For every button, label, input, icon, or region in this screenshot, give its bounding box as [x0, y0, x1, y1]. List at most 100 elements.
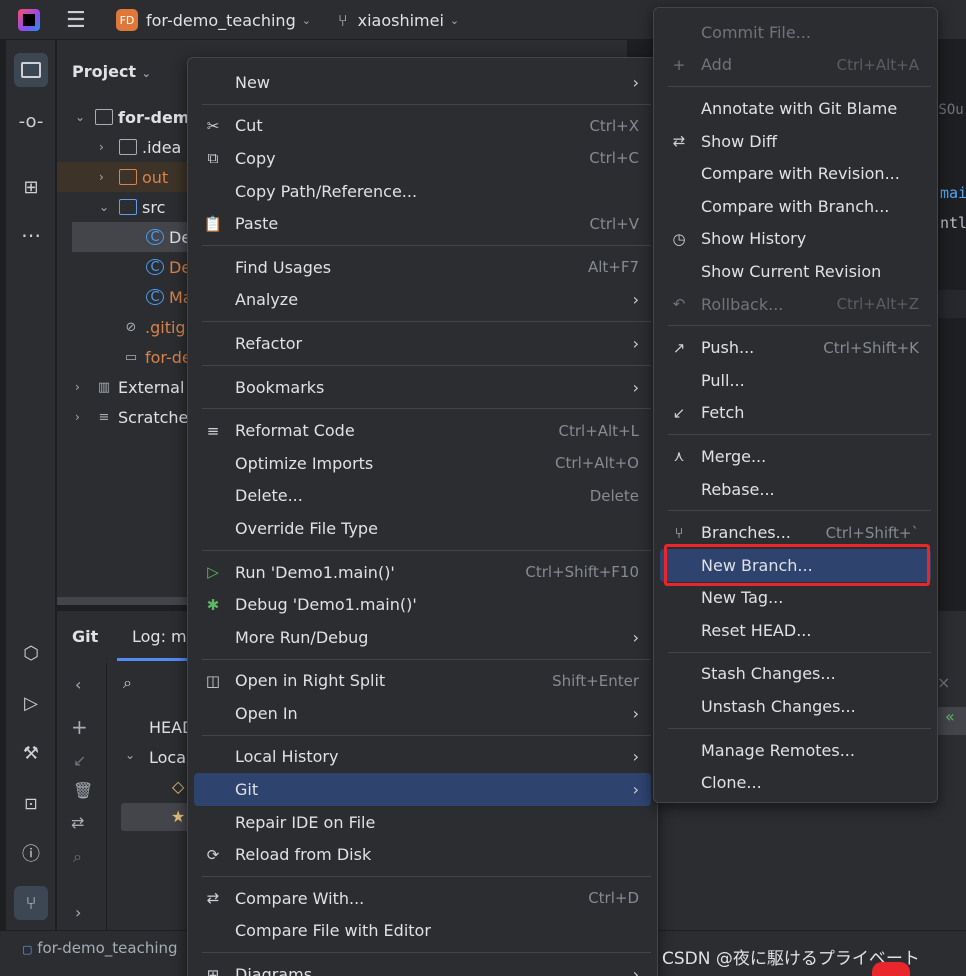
- add-icon[interactable]: +: [71, 715, 88, 739]
- git-menu-item-push[interactable]: ↗ Push... Ctrl+Shift+K: [660, 331, 931, 364]
- source-folder-icon: [119, 199, 137, 215]
- context-menu-item-find-usages[interactable]: Find Usages Alt+F7: [194, 251, 651, 284]
- menu-item-label: Debug 'Demo1.main()': [235, 595, 417, 615]
- context-menu-item-analyze[interactable]: Analyze ›: [194, 284, 651, 317]
- context-menu-item-open-in[interactable]: Open In ›: [194, 697, 651, 730]
- tag-icon: ◇: [172, 777, 185, 796]
- update-icon[interactable]: ↙: [73, 751, 86, 770]
- tree-item-class[interactable]: C Ma: [146, 282, 193, 312]
- context-menu-item-copy[interactable]: ⧉ Copy Ctrl+C: [194, 142, 651, 175]
- git-menu-item-compare-with-branch[interactable]: Compare with Branch...: [660, 190, 931, 223]
- git-menu-item-unstash-changes[interactable]: Unstash Changes...: [660, 690, 931, 723]
- menu-item-label: Annotate with Git Blame: [701, 98, 898, 118]
- context-menu-item-bookmarks[interactable]: Bookmarks ›: [194, 371, 651, 404]
- git-tool-icon[interactable]: ⑂: [14, 886, 48, 920]
- tree-item-src[interactable]: ⌄ src: [99, 192, 165, 222]
- git-menu-item-show-diff[interactable]: ⇄ Show Diff: [660, 125, 931, 158]
- collapse-icon[interactable]: ‹: [75, 675, 81, 694]
- git-menu-item-clone[interactable]: Clone...: [660, 766, 931, 799]
- chevron-right-icon: ›: [632, 290, 639, 310]
- terminal-tool-icon[interactable]: ⊡: [14, 786, 48, 820]
- git-menu-item-merge[interactable]: ⋏ Merge...: [660, 440, 931, 473]
- git-menu-item-manage-remotes[interactable]: Manage Remotes...: [660, 734, 931, 767]
- project-panel-title[interactable]: Project ⌄: [72, 62, 151, 81]
- tree-item-external-libraries[interactable]: › ▥ External: [75, 372, 184, 402]
- context-menu-item-cut[interactable]: ✂ Cut Ctrl+X: [194, 110, 651, 143]
- commit-tool-icon[interactable]: -o-: [14, 104, 48, 138]
- context-menu-item-repair-ide-on-file[interactable]: Repair IDE on File: [194, 806, 651, 839]
- compare-icon[interactable]: ⇄: [71, 813, 84, 832]
- build-tool-icon[interactable]: ⚒: [14, 736, 48, 770]
- app-logo-icon[interactable]: [18, 0, 40, 40]
- git-panel-title[interactable]: Git: [72, 627, 98, 646]
- git-menu-item-rebase[interactable]: Rebase...: [660, 473, 931, 506]
- menu-item-label: Compare With...: [235, 888, 365, 908]
- git-menu-item-annotate-with-git-blame[interactable]: Annotate with Git Blame: [660, 92, 931, 125]
- context-menu-item-diagrams[interactable]: ⊞ Diagrams ›: [194, 958, 651, 976]
- search-icon[interactable]: ⌕: [73, 847, 82, 867]
- context-menu-item-open-in-right-split[interactable]: ◫ Open in Right Split Shift+Enter: [194, 665, 651, 698]
- graph-cell: «: [937, 707, 966, 735]
- context-menu-item-refactor[interactable]: Refactor ›: [194, 327, 651, 360]
- git-menu-item-reset-head[interactable]: Reset HEAD...: [660, 614, 931, 647]
- services-tool-icon[interactable]: ⬡: [14, 636, 48, 670]
- git-menu-item-rollback[interactable]: ↶ Rollback... Ctrl+Alt+Z: [660, 288, 931, 321]
- context-menu-item-run-demo1-main[interactable]: ▷ Run 'Demo1.main()' Ctrl+Shift+F10: [194, 556, 651, 589]
- menu-item-label: Repair IDE on File: [235, 812, 376, 832]
- context-menu-item-delete[interactable]: Delete... Delete: [194, 480, 651, 513]
- tree-item-scratches[interactable]: › ≡ Scratche: [75, 402, 188, 432]
- context-menu-item-more-run-debug[interactable]: More Run/Debug ›: [194, 621, 651, 654]
- context-menu-item-git[interactable]: Git ›: [194, 773, 651, 806]
- git-menu-item-branches[interactable]: ⑂ Branches... Ctrl+Shift+`: [660, 516, 931, 549]
- tree-item-class[interactable]: C De: [146, 252, 191, 282]
- context-menu-item-copy-path-reference[interactable]: Copy Path/Reference...: [194, 175, 651, 208]
- editor-fragment: ntln: [940, 214, 966, 232]
- context-menu-item-compare-file-with-editor[interactable]: Compare File with Editor: [194, 915, 651, 948]
- git-menu-item-fetch[interactable]: ↙ Fetch: [660, 397, 931, 430]
- context-menu-item-optimize-imports[interactable]: Optimize Imports Ctrl+Alt+O: [194, 447, 651, 480]
- project-tool-icon[interactable]: [14, 53, 48, 87]
- git-menu-item-stash-changes[interactable]: Stash Changes...: [660, 658, 931, 691]
- tree-item-file[interactable]: ▭ for-de: [122, 342, 192, 372]
- search-icon[interactable]: ⌕: [123, 673, 132, 693]
- tree-item-gitignore[interactable]: ⊘ .gitigr: [122, 312, 193, 342]
- run-tool-icon[interactable]: ▷: [14, 686, 48, 720]
- context-menu-item-reformat-code[interactable]: ≡ Reformat Code Ctrl+Alt+L: [194, 414, 651, 447]
- context-menu-item-local-history[interactable]: Local History ›: [194, 741, 651, 774]
- project-switcher[interactable]: FD for-demo_teaching ⌄: [116, 0, 311, 40]
- main-menu-icon[interactable]: ☰: [66, 0, 86, 40]
- branch-switcher[interactable]: ⑂ xiaoshimei ⌄: [338, 0, 459, 40]
- git-menu-item-show-history[interactable]: ◷ Show History: [660, 223, 931, 256]
- local-branches-node[interactable]: Loca: [149, 748, 186, 767]
- menu-separator: [202, 364, 651, 366]
- branches-icon: ⑂: [674, 523, 684, 542]
- structure-tool-icon[interactable]: ⊞: [14, 170, 48, 204]
- git-menu-item-new-tag[interactable]: New Tag...: [660, 582, 931, 615]
- tree-item-idea[interactable]: › .idea: [99, 132, 181, 162]
- chevron-right-icon: ›: [99, 170, 104, 184]
- expand-icon[interactable]: ›: [75, 903, 81, 922]
- reformat-code-icon: ≡: [206, 421, 220, 440]
- chevron-right-icon: ›: [632, 703, 639, 723]
- more-tools-icon[interactable]: ⋯: [14, 218, 48, 252]
- context-menu-item-new[interactable]: New ›: [194, 66, 651, 99]
- git-menu-item-add[interactable]: + Add Ctrl+Alt+A: [660, 49, 931, 82]
- menu-item-shortcut: Ctrl+X: [589, 116, 639, 135]
- branch-row-selected[interactable]: ★: [121, 803, 191, 831]
- context-menu-item-paste[interactable]: 📋 Paste Ctrl+V: [194, 207, 651, 240]
- tree-item-root[interactable]: ⌄ for-dem: [75, 102, 189, 132]
- problems-tool-icon[interactable]: ⓘ: [14, 836, 48, 870]
- git-menu-item-show-current-revision[interactable]: Show Current Revision: [660, 255, 931, 288]
- context-menu-item-compare-with[interactable]: ⇄ Compare With... Ctrl+D: [194, 882, 651, 915]
- context-menu-item-debug-demo1-main[interactable]: ✱ Debug 'Demo1.main()': [194, 588, 651, 621]
- git-menu-item-pull[interactable]: Pull...: [660, 364, 931, 397]
- git-menu-item-commit-file[interactable]: Commit File...: [660, 16, 931, 49]
- breadcrumb[interactable]: ▢ for-demo_teaching: [22, 939, 178, 957]
- close-icon[interactable]: ×: [937, 673, 950, 692]
- context-menu-item-override-file-type[interactable]: Override File Type: [194, 512, 651, 545]
- git-menu-item-new-branch[interactable]: New Branch...: [660, 548, 931, 582]
- git-menu-item-compare-with-revision[interactable]: Compare with Revision...: [660, 157, 931, 190]
- context-menu-item-reload-from-disk[interactable]: ⟳ Reload from Disk: [194, 838, 651, 871]
- menu-item-label: Add: [701, 55, 732, 75]
- delete-icon[interactable]: 🗑: [73, 781, 93, 800]
